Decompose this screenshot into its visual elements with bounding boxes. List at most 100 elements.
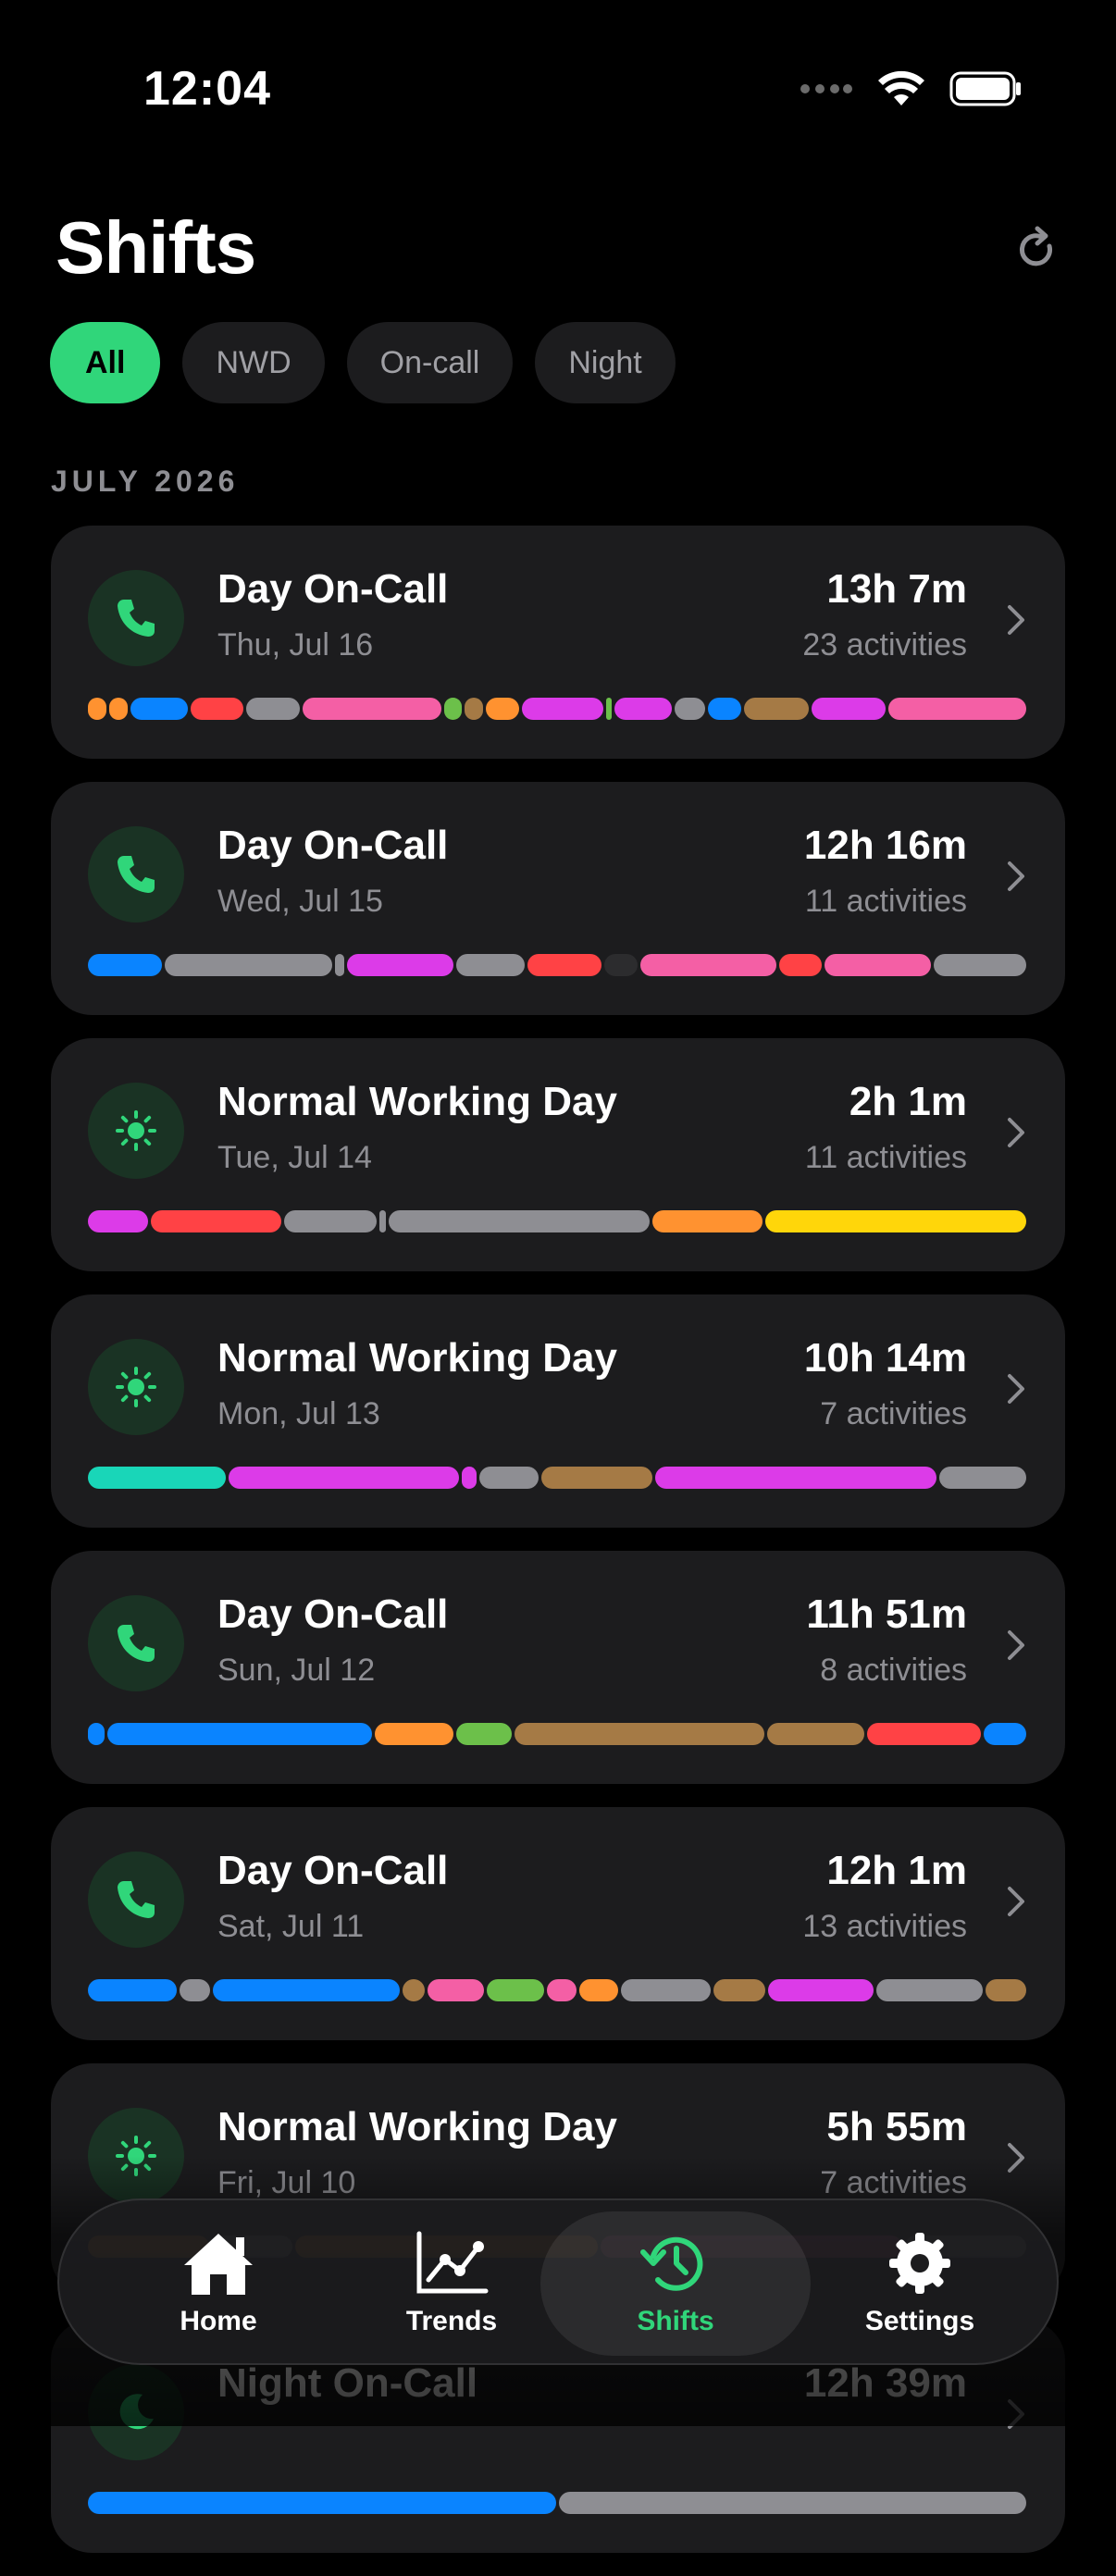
shift-card[interactable]: Normal Working Day Mon, Jul 13 10h 14m 7 ac… — [51, 1294, 1065, 1528]
activity-segment — [674, 698, 706, 720]
refresh-icon — [1020, 226, 1052, 266]
shift-date: Thu, Jul 16 — [217, 627, 374, 663]
signal-dots-icon — [800, 84, 852, 93]
activity-segment — [88, 1210, 148, 1232]
shift-date: Sun, Jul 12 — [217, 1653, 376, 1688]
activity-segment — [88, 1723, 105, 1745]
activity-segment — [621, 1979, 711, 2001]
activity-segment — [88, 2492, 556, 2514]
shift-title: Day On-Call — [217, 823, 449, 868]
wifi-icon — [878, 70, 924, 105]
filter-all[interactable]: All — [50, 322, 161, 403]
tab-settings[interactable]: Settings — [827, 2211, 1012, 2356]
shift-duration: 13h 7m — [826, 566, 967, 612]
filter-night[interactable]: Night — [535, 322, 676, 403]
activity-segment — [515, 1723, 765, 1745]
phone-icon — [118, 1625, 155, 1662]
page-title: Shifts — [56, 206, 256, 289]
filter-on-call[interactable]: On-call — [346, 322, 514, 403]
filter-chips: All NWD On-call Night — [50, 322, 676, 403]
shift-title: Day On-Call — [217, 566, 449, 612]
activity-segment — [190, 698, 244, 720]
activity-segment — [88, 1979, 178, 2001]
refresh-button[interactable] — [1009, 222, 1064, 278]
shift-card[interactable]: Day On-Call Thu, Jul 16 13h 7m 23 activitie… — [51, 526, 1065, 759]
activity-segment — [165, 954, 333, 976]
status-icons — [800, 70, 1023, 107]
activity-segment — [527, 954, 602, 976]
shift-card[interactable]: Day On-Call Sat, Jul 11 12h 1m 13 activitie… — [51, 1807, 1065, 2040]
activity-segment — [604, 954, 639, 976]
shift-date: Tue, Jul 14 — [217, 1140, 372, 1175]
activity-segment — [522, 698, 603, 720]
activity-segment — [713, 1979, 765, 2001]
activity-segment — [246, 698, 301, 720]
activity-segment — [228, 1467, 459, 1489]
activity-segment — [558, 2492, 1026, 2514]
shift-type-icon-circle — [88, 1083, 184, 1179]
activity-segment — [985, 1979, 1026, 2001]
shift-duration: 5h 55m — [826, 2104, 967, 2149]
tab-shifts[interactable]: Shifts — [540, 2211, 811, 2356]
shift-type-icon-circle — [88, 1339, 184, 1435]
shift-activity-count: 23 activities — [802, 627, 967, 663]
activity-segment — [767, 1723, 864, 1745]
shift-activity-count: 8 activities — [820, 1653, 967, 1688]
tab-trends[interactable]: Trends — [359, 2211, 544, 2356]
activity-segment — [866, 1723, 981, 1745]
shift-duration: 12h 1m — [826, 1848, 967, 1893]
shift-card[interactable]: Normal Working Day Tue, Jul 14 2h 1m 11 act… — [51, 1038, 1065, 1271]
activity-segment — [403, 1979, 426, 2001]
shift-card[interactable]: Day On-Call Sun, Jul 12 11h 51m 8 activitie… — [51, 1551, 1065, 1784]
chevron-right-icon — [1008, 1374, 1024, 1404]
activity-segment — [130, 698, 188, 720]
filter-nwd[interactable]: NWD — [182, 322, 325, 403]
activity-segment — [108, 698, 128, 720]
activity-segment — [88, 954, 163, 976]
shift-card[interactable]: Day On-Call Wed, Jul 15 12h 16m 11 activiti… — [51, 782, 1065, 1015]
shift-date: Sat, Jul 11 — [217, 1909, 365, 1944]
shift-type-icon-circle — [88, 1852, 184, 1948]
activity-segment — [876, 1979, 983, 2001]
shift-title: Normal Working Day — [217, 2104, 617, 2149]
activity-segment — [579, 1979, 619, 2001]
activity-segment — [443, 698, 463, 720]
activity-timeline-bar — [88, 2492, 1026, 2514]
shift-title: Normal Working Day — [217, 1079, 617, 1124]
chevron-right-icon — [1008, 1887, 1024, 1916]
activity-segment — [938, 1467, 1026, 1489]
chevron-right-icon — [1008, 1630, 1024, 1660]
activity-timeline-bar — [88, 954, 1026, 976]
chevron-right-icon — [1008, 1118, 1024, 1147]
activity-segment — [455, 954, 525, 976]
activity-timeline-bar — [88, 1723, 1026, 1745]
shift-activity-count: 11 activities — [804, 1140, 967, 1175]
activity-timeline-bar — [88, 1467, 1026, 1489]
activity-segment — [825, 954, 931, 976]
activity-segment — [375, 1723, 453, 1745]
tab-bar: Home Trends Shifts Settings — [57, 2198, 1059, 2365]
activity-segment — [778, 954, 823, 976]
activity-segment — [767, 1979, 874, 2001]
battery-icon — [949, 71, 1021, 106]
activity-timeline-bar — [88, 698, 1027, 720]
activity-segment — [465, 698, 484, 720]
activity-segment — [478, 1467, 539, 1489]
tab-settings-label: Settings — [864, 2306, 975, 2336]
shift-duration: 12h 16m — [803, 823, 967, 868]
activity-segment — [933, 954, 1026, 976]
phone-icon — [118, 1881, 155, 1918]
shift-duration: 10h 14m — [803, 1335, 967, 1381]
activity-segment — [347, 954, 453, 976]
activity-segment — [486, 698, 520, 720]
activity-segment — [461, 1467, 477, 1489]
tab-home[interactable]: Home — [126, 2211, 311, 2356]
shift-date: Wed, Jul 15 — [217, 884, 383, 919]
phone-icon — [118, 600, 155, 637]
shift-activity-count: 7 activities — [820, 1396, 967, 1431]
activity-segment — [88, 698, 106, 720]
activity-segment — [651, 1210, 763, 1232]
activity-segment — [455, 1723, 513, 1745]
month-section-header: JULY 2026 — [51, 464, 240, 498]
activity-segment — [212, 1979, 401, 2001]
